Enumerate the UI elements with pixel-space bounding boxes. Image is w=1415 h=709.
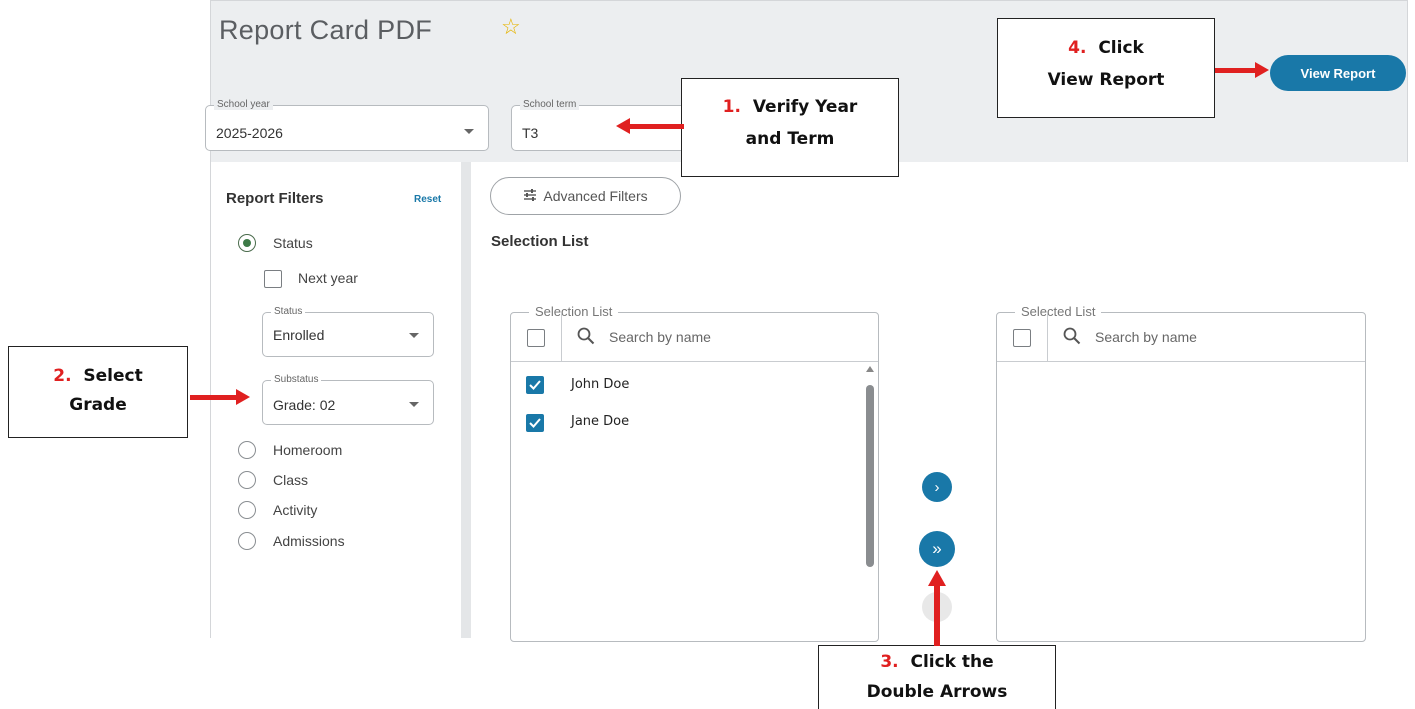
- substatus-field-value: Grade: 02: [273, 397, 336, 413]
- chevron-down-icon: [464, 129, 474, 134]
- selected-search-input[interactable]: Search by name: [1095, 329, 1197, 345]
- select-all-checkbox[interactable]: [1013, 329, 1031, 347]
- callout-text: View Report: [1047, 70, 1165, 90]
- move-selected-button[interactable]: ›: [922, 472, 952, 502]
- arrow-line: [628, 124, 684, 129]
- selection-search-input[interactable]: Search by name: [609, 329, 711, 345]
- search-icon: [577, 327, 595, 350]
- selected-list-box: Selected List Search by name: [996, 304, 1366, 642]
- callout-number: 3.: [880, 652, 899, 672]
- school-term-value: T3: [522, 125, 539, 141]
- scroll-up-icon[interactable]: [866, 366, 874, 372]
- class-label: Class: [273, 472, 309, 488]
- arrow-up-icon: [928, 570, 946, 586]
- callout-text: Double Arrows: [866, 682, 1008, 702]
- select-all-checkbox[interactable]: [527, 329, 545, 347]
- callout-number: 2.: [53, 366, 72, 386]
- callout-text: Verify Year: [752, 97, 858, 117]
- panel-divider: [461, 162, 471, 638]
- school-term-label: School term: [520, 99, 580, 110]
- callout-view-report: 4. Click View Report: [997, 18, 1215, 118]
- status-radio-label: Status: [273, 235, 313, 251]
- jane-doe-checkbox[interactable]: [526, 414, 544, 432]
- callout-number: 4.: [1068, 38, 1087, 58]
- callout-text: and Term: [745, 129, 835, 149]
- activity-radio[interactable]: [238, 501, 256, 519]
- chevron-down-icon: [409, 402, 419, 407]
- list-item[interactable]: Jane Doe: [571, 414, 629, 429]
- arrow-line: [190, 395, 240, 400]
- move-all-button[interactable]: »: [919, 531, 955, 567]
- next-year-checkbox[interactable]: [264, 270, 282, 288]
- page-title: Report Card PDF: [219, 15, 433, 45]
- school-year-value: 2025-2026: [216, 125, 283, 141]
- list-item[interactable]: John Doe: [571, 377, 629, 392]
- substatus-field-label: Substatus: [271, 374, 322, 385]
- homeroom-label: Homeroom: [273, 442, 343, 458]
- arrow-right-icon: [236, 389, 250, 405]
- school-year-label: School year: [214, 99, 273, 110]
- report-filters-title: Report Filters: [226, 190, 324, 207]
- arrow-left-icon: [616, 118, 630, 134]
- status-field-label: Status: [271, 306, 306, 317]
- callout-verify-year-term: 1. Verify Year and Term: [681, 78, 899, 177]
- favorite-star-icon[interactable]: ☆: [501, 14, 521, 40]
- admissions-label: Admissions: [273, 533, 345, 549]
- status-field-value: Enrolled: [273, 327, 325, 343]
- arrow-right-icon: [1255, 62, 1269, 78]
- callout-double-arrows: 3. Click the Double Arrows: [818, 645, 1056, 709]
- callout-text: Select: [83, 366, 143, 386]
- chevron-down-icon: [409, 333, 419, 338]
- selected-list-header: Search by name: [997, 313, 1365, 362]
- homeroom-radio[interactable]: [238, 441, 256, 459]
- selection-list-title: Selection List: [491, 233, 589, 250]
- callout-select-grade: 2. Select Grade: [8, 346, 188, 438]
- scrollbar-thumb[interactable]: [866, 385, 874, 567]
- arrow-line: [934, 584, 940, 646]
- status-select[interactable]: Status Enrolled: [262, 306, 434, 357]
- status-radio[interactable]: [238, 234, 256, 252]
- callout-text: Grade: [69, 395, 127, 415]
- search-icon: [1063, 327, 1081, 350]
- advanced-filters-button[interactable]: Advanced Filters: [490, 177, 681, 215]
- callout-text: Click the: [910, 652, 994, 672]
- admissions-radio[interactable]: [238, 532, 256, 550]
- advanced-filters-label: Advanced Filters: [543, 188, 648, 204]
- substatus-select[interactable]: Substatus Grade: 02: [262, 374, 434, 425]
- arrow-line: [1215, 68, 1257, 73]
- callout-text: Click: [1098, 38, 1144, 58]
- filter-sliders-icon: [523, 188, 537, 204]
- selection-list-box: Selection List Search by name John Doe J…: [510, 304, 879, 642]
- selection-list-header: Search by name: [511, 313, 878, 362]
- school-year-select[interactable]: School year 2025-2026: [205, 99, 489, 151]
- callout-number: 1.: [722, 97, 741, 117]
- class-radio[interactable]: [238, 471, 256, 489]
- reset-link[interactable]: Reset: [414, 194, 441, 205]
- next-year-label: Next year: [298, 270, 358, 286]
- activity-label: Activity: [273, 502, 318, 518]
- view-report-button[interactable]: View Report: [1270, 55, 1406, 91]
- john-doe-checkbox[interactable]: [526, 376, 544, 394]
